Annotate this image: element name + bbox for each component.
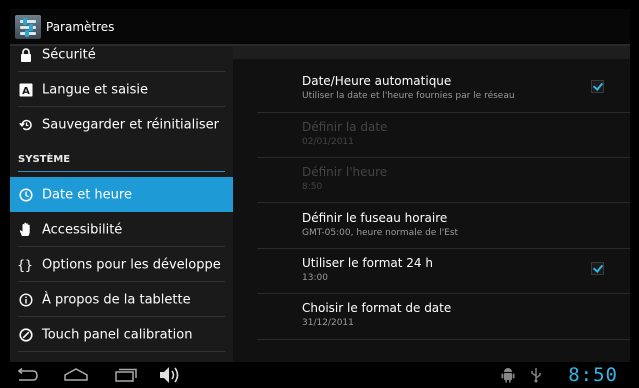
setting-title: Définir l'heure [302,165,388,179]
sidebar-item-devoptions[interactable]: {} Options pour les développe [10,247,233,282]
sidebar-item-label: Date et heure [42,187,132,202]
status-clock: 8:50 [568,364,618,386]
section-header-system: SYSTÈME [18,154,225,172]
sidebar-item-label: À propos de la tablette [42,292,191,307]
setting-summary: 31/12/2011 [302,318,354,328]
settings-sidebar: Sécurité A Langue et saisie Sauvegarder … [10,46,233,362]
volume-icon[interactable] [158,362,188,388]
sidebar-item-about[interactable]: À propos de la tablette [10,282,233,317]
clock-icon [18,187,34,203]
sidebar-item-label: Sécurité [42,47,96,62]
settings-app-icon[interactable] [15,15,41,39]
sidebar-item-label: Langue et saisie [42,82,149,97]
setting-set-date[interactable]: Définir la date 02/01/2011 [257,120,630,158]
sidebar-item-accessibility[interactable]: Accessibilité [10,212,233,247]
svg-text:{}: {} [17,258,33,272]
app-title: Paramètres [46,20,115,34]
android-debug-icon [501,362,519,388]
setting-24h-format[interactable]: Utiliser le format 24 h 13:00 [257,256,630,294]
sidebar-item-calibration[interactable]: Touch panel calibration [10,317,233,352]
setting-title: Définir le fuseau horaire [302,211,448,225]
settings-detail-pane: Date/Heure automatique Utiliser la date … [233,46,630,362]
sidebar-item-datetime[interactable]: Date et heure [10,177,233,212]
setting-title: Utiliser le format 24 h [302,256,433,270]
home-icon[interactable] [63,362,93,388]
setting-title: Date/Heure automatique [302,74,452,88]
keyboard-a-icon: A [18,82,34,98]
sidebar-item-security[interactable]: Sécurité [10,46,233,72]
setting-timezone[interactable]: Définir le fuseau horaire GMT-05:00, heu… [257,211,630,249]
system-navigation-bar: 8:50 [10,362,630,388]
sidebar-item-label: Accessibilité [42,222,123,237]
tablet-screen: Paramètres Sécurité A Langue et saisie S… [10,9,630,388]
sidebar-item-backup[interactable]: Sauvegarder et réinitialiser [10,107,233,142]
usb-icon [530,362,546,388]
hand-icon [18,222,34,238]
24h-format-checkbox[interactable] [591,262,604,275]
calibration-icon [18,327,34,343]
sidebar-item-label: Sauvegarder et réinitialiser [42,117,219,132]
action-bar: Paramètres [10,9,630,46]
restore-icon [18,117,34,133]
setting-set-time[interactable]: Définir l'heure 8:50 [257,165,630,203]
setting-date-format[interactable]: Choisir le format de date 31/12/2011 [257,301,630,340]
info-icon [18,292,34,308]
recent-apps-icon[interactable] [114,362,144,388]
setting-summary: 8:50 [302,182,323,192]
svg-text:A: A [22,86,30,97]
sidebar-item-label: Touch panel calibration [42,327,193,342]
setting-summary: Utiliser la date et l'heure fournies par… [302,91,515,101]
setting-title: Choisir le format de date [302,301,452,315]
setting-summary: 02/01/2011 [302,137,354,147]
sidebar-item-label: Options pour les développe [42,257,221,272]
setting-title: Définir la date [302,120,388,134]
setting-summary: 13:00 [302,273,328,283]
sidebar-item-language[interactable]: A Langue et saisie [10,72,233,107]
setting-auto-datetime[interactable]: Date/Heure automatique Utiliser la date … [257,74,630,113]
braces-icon: {} [17,257,33,273]
back-icon[interactable] [14,362,44,388]
auto-datetime-checkbox[interactable] [591,80,604,93]
setting-summary: GMT-05:00, heure normale de l'Est [302,228,459,238]
lock-icon [18,47,34,63]
